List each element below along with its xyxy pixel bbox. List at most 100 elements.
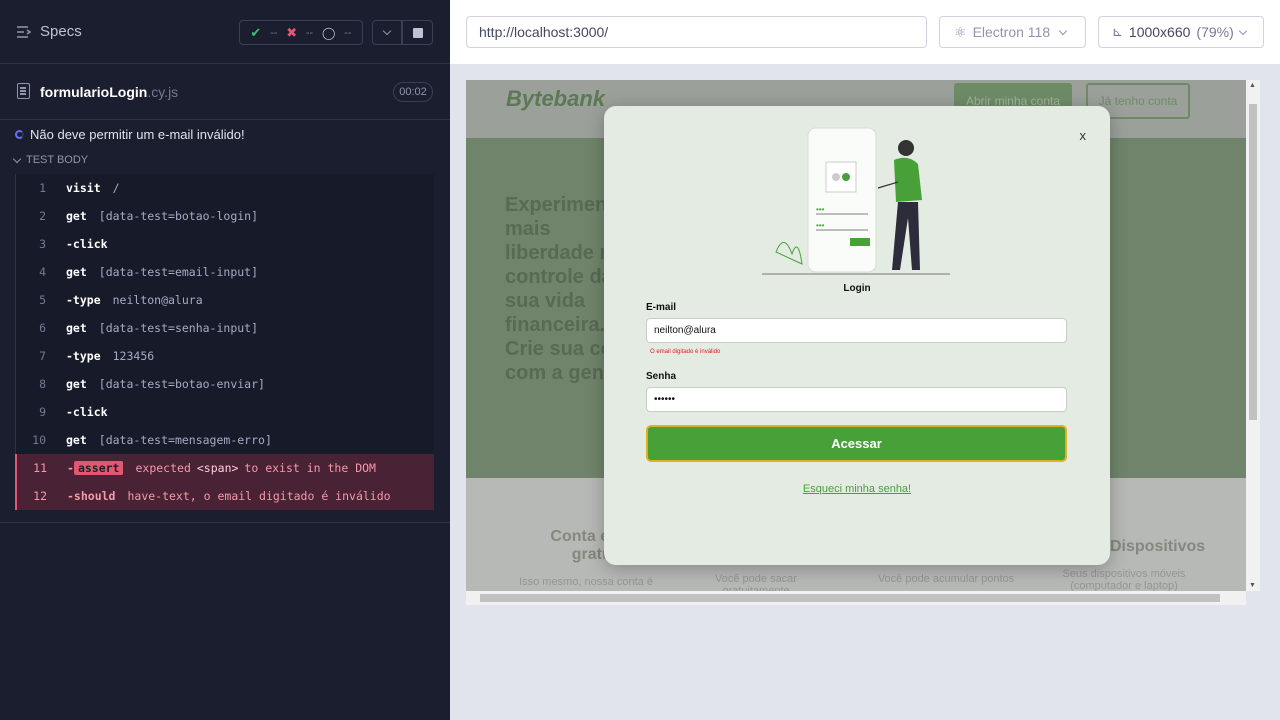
browser-toolbar: http://localhost:3000/ ⚛ Electron 118 ⊾ … — [450, 0, 1280, 64]
command-row[interactable]: 7 -type 123456 — [15, 342, 434, 370]
password-input[interactable]: •••••• — [646, 387, 1067, 412]
command-name: -click — [66, 237, 108, 251]
app-under-test-frame: Bytebank Abrir minha conta Já tenho cont… — [466, 80, 1246, 591]
viewport-selector[interactable]: ⊾ 1000x660 (79%) — [1098, 16, 1264, 48]
run-duration: 00:02 — [393, 82, 433, 102]
command-message: 123456 — [112, 349, 155, 363]
command-log-panel: Specs ✔ -- ✖ -- ◯ -- formularioLogin.cy.js … — [0, 0, 450, 720]
command-message: [data-test=senha-input] — [98, 321, 259, 335]
viewport-size: 1000x660 — [1128, 24, 1191, 40]
command-number: 5 — [39, 293, 46, 307]
login-illustration: ••• ••• — [762, 127, 950, 275]
specs-toggle[interactable]: Specs — [16, 23, 82, 40]
command-row-error[interactable]: 12 -should have-text, o email digitado é… — [15, 482, 434, 510]
command-message: / — [112, 181, 120, 195]
command-number: 3 — [39, 237, 46, 251]
failed-count: -- — [305, 26, 314, 39]
command-row[interactable]: 2 get [data-test=botao-login] — [15, 202, 434, 230]
email-label: E-mail — [646, 302, 677, 313]
svg-text:•••: ••• — [816, 221, 825, 230]
command-message: [data-test=botao-login] — [98, 209, 259, 223]
specs-label: Specs — [40, 23, 82, 40]
specs-list-icon — [17, 25, 32, 38]
command-number: 12 — [33, 489, 47, 503]
email-input[interactable]: neilton@alura — [646, 318, 1067, 343]
email-error-message: O email digitado é inválido — [650, 349, 721, 355]
command-name: -click — [66, 405, 108, 419]
scrollbar-thumb[interactable] — [480, 594, 1220, 602]
running-spinner-icon — [15, 130, 24, 139]
command-name: get — [66, 209, 87, 223]
test-title[interactable]: Não deve permitir um e-mail inválido! — [15, 127, 245, 142]
command-row[interactable]: 8 get [data-test=botao-enviar] — [15, 370, 434, 398]
command-message: [data-test=email-input] — [98, 265, 259, 279]
spec-file-name[interactable]: formularioLogin.cy.js — [40, 84, 178, 100]
options-dropdown-button[interactable] — [372, 20, 402, 45]
command-row[interactable]: 5 -type neilton@alura — [15, 286, 434, 314]
login-modal: x ••• ••• Login E-mail neilton@alura O e… — [604, 106, 1110, 565]
modal-title: Login — [843, 283, 871, 294]
failed-icon: ✖ — [286, 24, 298, 40]
command-message: [data-test=mensagem-erro] — [98, 433, 272, 447]
command-number: 2 — [39, 209, 46, 223]
command-number: 6 — [39, 321, 46, 335]
command-row[interactable]: 9 -click — [15, 398, 434, 426]
password-label: Senha — [646, 371, 677, 382]
command-row[interactable]: 4 get [data-test=email-input] — [15, 258, 434, 286]
command-name: get — [66, 433, 87, 447]
command-row[interactable]: 3 -click — [15, 230, 434, 258]
command-name: get — [66, 265, 87, 279]
command-message: have-text, o email digitado é inválido — [127, 489, 391, 503]
command-list: 1 visit / 2 get [data-test=botao-login] 3 -clic… — [15, 174, 434, 510]
passed-count: -- — [270, 26, 278, 39]
test-body-label: TEST BODY — [26, 154, 89, 166]
ruler-icon: ⊾ — [1112, 24, 1123, 39]
scroll-up-icon[interactable]: ▲ — [1249, 82, 1256, 89]
command-row-error[interactable]: 11 - assert expected <span> to exist in … — [15, 454, 434, 482]
svg-text:•••: ••• — [816, 205, 825, 214]
command-number: 4 — [39, 265, 46, 279]
specs-bar: Specs ✔ -- ✖ -- ◯ -- — [0, 0, 450, 64]
command-number: 8 — [39, 377, 46, 391]
assert-tag: assert — [73, 461, 124, 475]
submit-button[interactable]: Acessar — [646, 425, 1067, 462]
url-bar[interactable]: http://localhost:3000/ — [466, 16, 927, 48]
stop-icon — [412, 27, 423, 38]
file-extension: .cy.js — [147, 84, 179, 100]
command-name: -should — [67, 489, 116, 503]
chevron-down-icon — [1058, 26, 1068, 35]
chevron-down-icon — [382, 26, 392, 36]
app-preview-panel: http://localhost:3000/ ⚛ Electron 118 ⊾ … — [450, 0, 1280, 720]
command-row[interactable]: 6 get [data-test=senha-input] — [15, 314, 434, 342]
close-button[interactable]: x — [1080, 128, 1087, 143]
document-icon — [17, 83, 30, 99]
command-row[interactable]: 1 visit / — [15, 174, 434, 202]
pending-icon: ◯ — [321, 25, 336, 40]
passed-icon: ✔ — [250, 24, 262, 40]
command-name: -type — [66, 293, 101, 307]
divider — [0, 522, 450, 523]
assert-element: <span> — [196, 461, 239, 475]
stop-button[interactable] — [402, 20, 433, 45]
test-stats: ✔ -- ✖ -- ◯ -- — [239, 20, 363, 45]
chevron-down-icon — [1238, 26, 1248, 35]
test-body-toggle[interactable]: TEST BODY — [12, 154, 89, 166]
command-row[interactable]: 10 get [data-test=mensagem-erro] — [15, 426, 434, 454]
command-message: neilton@alura — [112, 293, 203, 307]
test-title-label: Não deve permitir um e-mail inválido! — [30, 127, 245, 142]
scroll-down-icon[interactable]: ▼ — [1249, 582, 1256, 589]
browser-selector[interactable]: ⚛ Electron 118 — [939, 16, 1086, 48]
scrollbar-thumb[interactable] — [1249, 104, 1257, 420]
command-number: 9 — [39, 405, 46, 419]
electron-icon: ⚛ — [954, 23, 967, 40]
spec-file-header: formularioLogin.cy.js 00:02 — [0, 64, 450, 120]
command-number: 11 — [33, 461, 47, 475]
horizontal-scrollbar[interactable] — [466, 591, 1246, 605]
command-number: 7 — [39, 349, 46, 363]
command-name: get — [66, 321, 87, 335]
command-name: -type — [66, 349, 101, 363]
command-name: visit — [66, 181, 101, 195]
forgot-password-link[interactable]: Esqueci minha senha! — [604, 483, 1110, 495]
assert-message-end: to exist in the DOM — [244, 461, 376, 475]
vertical-scrollbar[interactable]: ▲ ▼ — [1246, 80, 1260, 591]
